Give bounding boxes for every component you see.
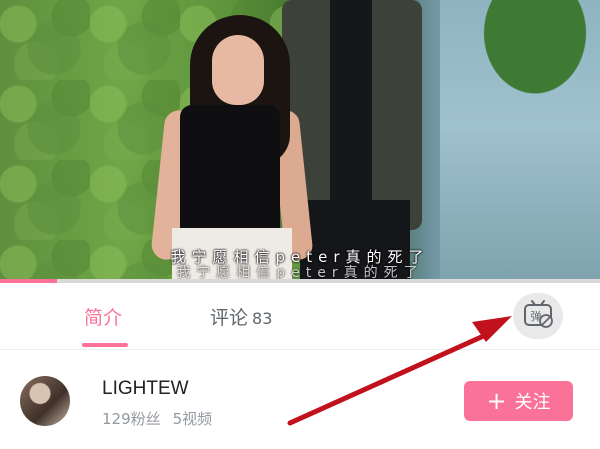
tab-intro[interactable]: 简介 [84,303,122,330]
uploader-fans-count: 129粉丝 [102,410,161,428]
follow-button[interactable]: + 关注 [464,381,573,421]
tab-intro-label: 简介 [84,307,123,329]
uploader-avatar[interactable] [20,376,70,426]
danmaku-toggle-button[interactable]: 弹 [513,293,563,339]
active-tab-indicator [82,343,128,347]
video-player[interactable]: 我宁愿相信peter真的死了 我宁愿相信peter真的死了 [0,0,600,283]
tab-comments[interactable]: 评论 83 [210,303,272,330]
plus-icon: + [486,387,507,415]
tab-comments-label: 评论 [210,307,249,329]
danmaku-off-icon: 弹 [521,297,555,335]
video-frame-tree [470,0,600,110]
uploader-video-count: 5视频 [172,410,213,428]
video-frame-woman-top [180,105,280,235]
video-frame-man-shirt [330,0,372,200]
detail-tab-bar: 简介 评论 83 [0,283,600,350]
uploader-name[interactable]: LIGHTEW [102,378,189,400]
uploader-stats: 129粉丝 5视频 [102,408,212,429]
follow-button-label: 关注 [514,392,551,413]
video-frame-woman-face [212,35,264,105]
tab-comments-count: 83 [252,309,273,328]
